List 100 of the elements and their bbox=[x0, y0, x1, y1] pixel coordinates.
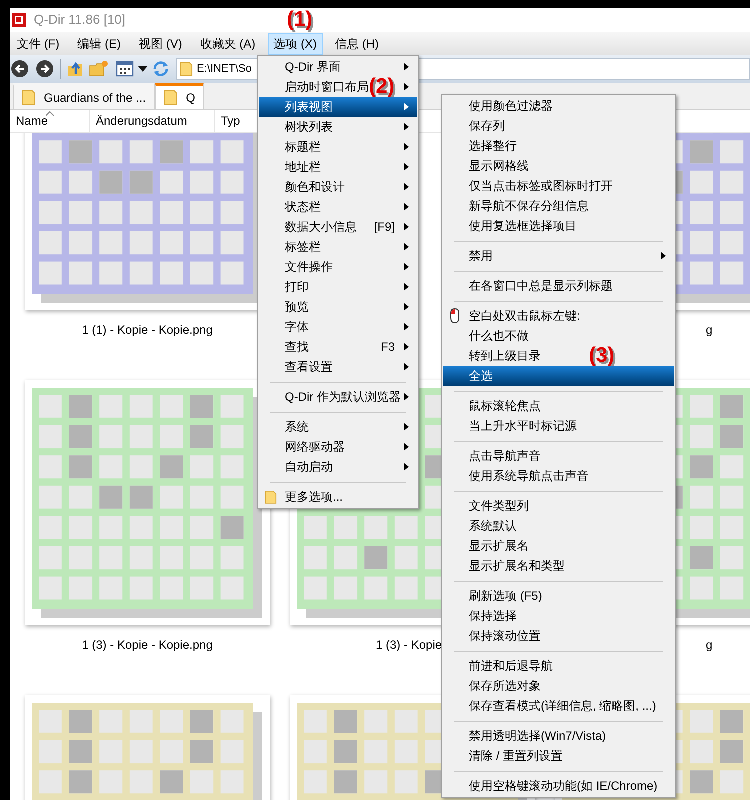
callout-number: (3) bbox=[589, 346, 615, 366]
column-header[interactable]: Name bbox=[10, 110, 90, 132]
submenu-arrow-icon bbox=[404, 103, 409, 111]
submenu-arrow-icon bbox=[404, 363, 409, 371]
menu-item[interactable]: 数据大小信息 [F9] bbox=[259, 217, 417, 237]
file-name: 1 (3) - Kopie - Kopie.png bbox=[82, 637, 213, 654]
menu-item[interactable]: 使用系统导航点击声音 bbox=[443, 466, 674, 486]
submenu-arrow-icon bbox=[404, 343, 409, 351]
menu-item[interactable]: 颜色和设计 bbox=[259, 177, 417, 197]
menu-item[interactable]: 当上升水平时标记源 bbox=[443, 416, 674, 436]
menu-bar-item[interactable]: 文件 (F) bbox=[11, 32, 66, 54]
menu-item[interactable]: 前进和后退导航 bbox=[443, 656, 674, 676]
callout-number: (2) bbox=[369, 77, 395, 97]
menu-item[interactable]: 点击导航声音 bbox=[443, 446, 674, 466]
submenu-arrow-icon bbox=[404, 203, 409, 211]
menu-item[interactable]: 转到上级目录 (3) bbox=[443, 346, 674, 366]
menu-bar-item[interactable]: 收藏夹 (A) bbox=[194, 32, 262, 54]
menu-item[interactable]: 地址栏 bbox=[259, 157, 417, 177]
submenu-arrow-icon bbox=[660, 252, 666, 260]
submenu-arrow-icon bbox=[404, 243, 409, 251]
menu-item[interactable]: 仅当点击标签或图标时打开 bbox=[443, 176, 674, 196]
menu-item[interactable]: 保持滚动位置 bbox=[443, 626, 674, 646]
menu-item[interactable]: Q-Dir 界面 bbox=[259, 57, 417, 77]
menu-bar-item[interactable]: 选项 (X) bbox=[268, 32, 324, 54]
menu-item[interactable]: 使用颜色过滤器 bbox=[443, 96, 674, 116]
menu-item[interactable]: 鼠标滚轮焦点 bbox=[443, 396, 674, 416]
menu-item[interactable]: 列表视图 bbox=[259, 97, 417, 117]
menu-item[interactable]: 字体 bbox=[259, 317, 417, 337]
menu-item[interactable]: 空白处双击鼠标左键: bbox=[443, 306, 674, 326]
menu-item[interactable]: 保持选择 bbox=[443, 606, 674, 626]
menu-bar-item[interactable]: 编辑 (E) bbox=[72, 32, 127, 54]
menu-item[interactable]: 标题栏 bbox=[259, 137, 417, 157]
menu-bar-item[interactable]: 信息 (H) bbox=[329, 32, 386, 54]
menu-item[interactable]: 新导航不保存分组信息 bbox=[443, 196, 674, 216]
menu-item[interactable]: 在各窗口中总是显示列标题 bbox=[443, 276, 674, 296]
submenu-arrow-icon bbox=[404, 163, 409, 171]
submenu-arrow-icon bbox=[404, 183, 409, 191]
submenu-arrow-icon bbox=[404, 83, 409, 91]
menu-item[interactable]: 显示扩展名 bbox=[443, 536, 674, 556]
folder-icon bbox=[22, 89, 36, 106]
column-header[interactable]: Änderungsdatum bbox=[90, 110, 215, 132]
folder-icon bbox=[265, 490, 277, 504]
menu-item[interactable]: 禁用 bbox=[443, 246, 674, 266]
menu-item[interactable]: 保存列 bbox=[443, 116, 674, 136]
menu-item[interactable]: 文件操作 bbox=[259, 257, 417, 277]
menu-item[interactable]: 显示网格线 bbox=[443, 156, 674, 176]
menu-item[interactable]: 状态栏 bbox=[259, 197, 417, 217]
submenu-arrow-icon bbox=[404, 143, 409, 151]
menu-item[interactable]: 刷新选项 (F5) bbox=[443, 586, 674, 606]
up-folder-icon[interactable] bbox=[67, 60, 85, 78]
menu-item[interactable]: 禁用透明选择(Win7/Vista) bbox=[443, 726, 674, 746]
folder-icon bbox=[164, 89, 178, 106]
menu-item[interactable]: 使用复选框选择项目 bbox=[443, 216, 674, 236]
menu-item[interactable]: 选择整行 bbox=[443, 136, 674, 156]
submenu-arrow-icon bbox=[404, 323, 409, 331]
submenu-arrow-icon bbox=[404, 63, 409, 71]
submenu-arrow-icon bbox=[404, 393, 409, 401]
menu-item[interactable]: 保存所选对象 bbox=[443, 676, 674, 696]
view-mode-icon[interactable] bbox=[116, 61, 134, 77]
menu-item[interactable]: 查找 F3 bbox=[259, 337, 417, 357]
menu-item[interactable]: 标签栏 bbox=[259, 237, 417, 257]
file-name: g bbox=[706, 322, 713, 339]
submenu-arrow-icon bbox=[404, 283, 409, 291]
menu-item[interactable]: 查看设置 bbox=[259, 357, 417, 377]
menu-item[interactable]: 打印 bbox=[259, 277, 417, 297]
submenu-arrow-icon bbox=[404, 123, 409, 131]
callout-number: (1) bbox=[287, 10, 313, 30]
file-name: 1 (3) - Kopie bbox=[376, 637, 442, 654]
submenu-arrow-icon bbox=[404, 303, 409, 311]
back-icon[interactable] bbox=[11, 60, 29, 78]
forward-icon[interactable] bbox=[36, 60, 54, 78]
file-name: 1 (1) - Kopie - Kopie.png bbox=[82, 322, 213, 339]
menu-item[interactable]: 更多选项... bbox=[259, 487, 417, 507]
window-title: Q-Dir 11.86 [10] bbox=[34, 11, 126, 30]
submenu-arrow-icon bbox=[404, 263, 409, 271]
menu-item[interactable]: 保存查看模式(详细信息, 缩略图, ...) bbox=[443, 696, 674, 716]
menu-item[interactable]: 全选 bbox=[443, 366, 674, 386]
file-name: g bbox=[706, 637, 713, 654]
menu-item[interactable]: 预览 bbox=[259, 297, 417, 317]
menu-item[interactable]: 系统 bbox=[259, 417, 417, 437]
menu-item[interactable]: 树状列表 bbox=[259, 117, 417, 137]
menu-item[interactable]: 系统默认 bbox=[443, 516, 674, 536]
folder-icon bbox=[180, 61, 193, 77]
menu-item[interactable]: 自动启动 bbox=[259, 457, 417, 477]
menu-item[interactable]: Q-Dir 作为默认浏览器 bbox=[259, 387, 417, 407]
tab[interactable]: Q bbox=[155, 83, 204, 109]
menu-bar-item[interactable]: 视图 (V) bbox=[133, 32, 188, 54]
menu-item[interactable]: 网络驱动器 bbox=[259, 437, 417, 457]
menu-item[interactable]: 使用空格键滚动功能(如 IE/Chrome) bbox=[443, 776, 674, 796]
menu-item[interactable]: 启动时窗口布局(2) bbox=[259, 77, 417, 97]
submenu-arrow-icon bbox=[404, 423, 409, 431]
tab[interactable]: Guardians of the ... bbox=[13, 83, 156, 109]
menu-item[interactable]: 文件类型列 bbox=[443, 496, 674, 516]
mouse-icon bbox=[449, 308, 461, 324]
menu-item[interactable]: 什么也不做 bbox=[443, 326, 674, 346]
sort-caret-icon bbox=[46, 111, 54, 116]
menu-item[interactable]: 显示扩展名和类型 bbox=[443, 556, 674, 576]
menu-item[interactable]: 清除 / 重置列设置 bbox=[443, 746, 674, 766]
caret-icon[interactable] bbox=[138, 66, 148, 72]
submenu-arrow-icon bbox=[404, 463, 409, 471]
